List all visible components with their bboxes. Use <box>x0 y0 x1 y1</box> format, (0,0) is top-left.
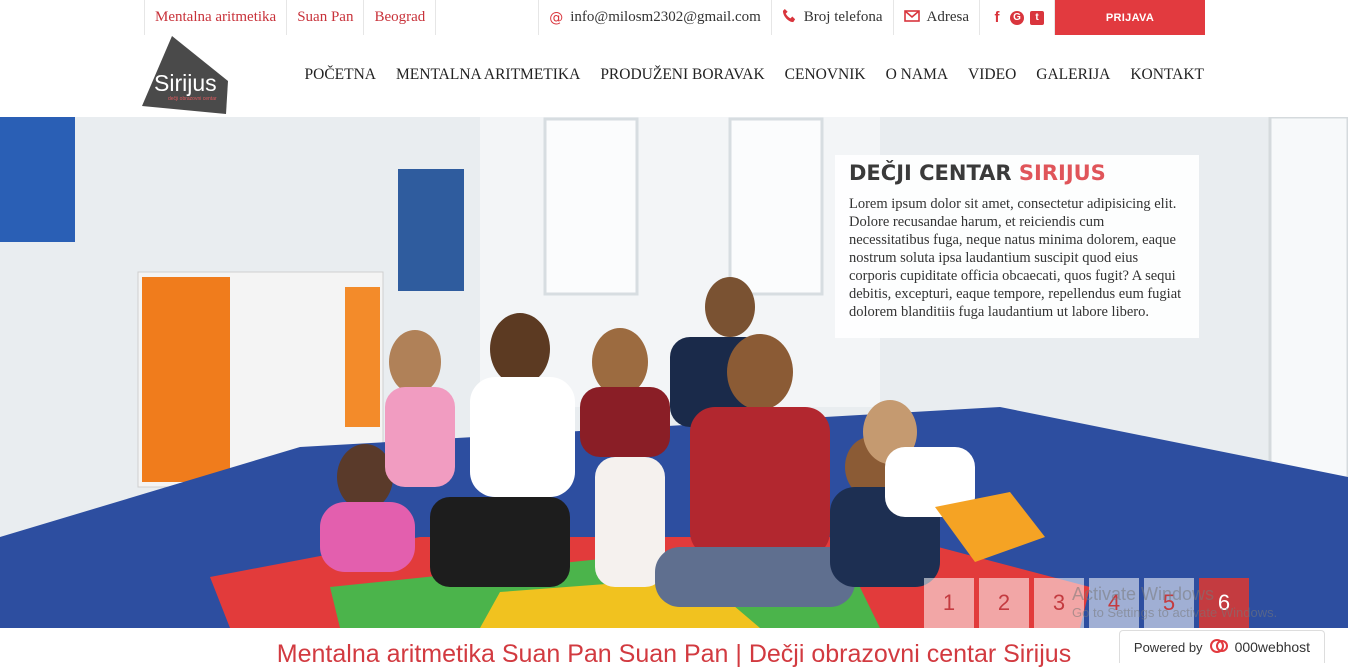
phone-link[interactable]: Broj telefona <box>772 0 894 35</box>
hero-description: Lorem ipsum dolor sit amet, consectetur … <box>849 196 1182 320</box>
slide-button-1[interactable]: 1 <box>924 578 974 628</box>
topbar-link-mentalna[interactable]: Mentalna aritmetika <box>144 0 288 35</box>
top-bar: Mentalna aritmetika Suan Pan Beograd @ i… <box>144 0 1205 35</box>
nav-item-cenovnik[interactable]: CENOVNIK <box>785 66 866 84</box>
nav-item-kontakt[interactable]: KONTAKT <box>1130 66 1204 84</box>
hero-title: DEČJI CENTAR SIRIJUS <box>849 161 1185 185</box>
powered-by-badge[interactable]: Powered by 000webhost <box>1119 630 1325 663</box>
hero-title-main: DEČJI CENTAR <box>849 161 1012 185</box>
login-button[interactable]: PRIJAVA <box>1055 0 1205 35</box>
hero-title-accent: SIRIJUS <box>1018 161 1106 185</box>
twitter-icon[interactable]: t <box>1030 10 1044 25</box>
phone-icon <box>782 8 797 27</box>
nav-item-galerija[interactable]: GALERIJA <box>1036 66 1110 84</box>
address-text: Adresa <box>926 9 969 25</box>
slider-pagination: 1 2 3 4 5 6 <box>924 578 1249 628</box>
hero-slider: DEČJI CENTAR SIRIJUS Lorem ipsum dolor s… <box>0 117 1348 628</box>
address-link[interactable]: Adresa <box>894 0 980 35</box>
slide-button-4[interactable]: 4 <box>1089 578 1139 628</box>
webhost-logo-icon <box>1209 638 1229 657</box>
email-link[interactable]: @ info@milosm2302@gmail.com <box>539 0 772 35</box>
slide-button-2[interactable]: 2 <box>979 578 1029 628</box>
social-links: f G t <box>980 0 1055 35</box>
envelope-icon <box>903 9 920 26</box>
facebook-icon[interactable]: f <box>990 9 1004 26</box>
slide-button-5[interactable]: 5 <box>1144 578 1194 628</box>
email-text: info@milosm2302@gmail.com <box>570 9 761 25</box>
topbar-spacer <box>436 0 540 35</box>
nav-item-produzeni-boravak[interactable]: PRODUŽENI BORAVAK <box>600 66 764 84</box>
nav-item-pocetna[interactable]: POČETNA <box>305 66 376 84</box>
nav-item-mentalna-aritmetika[interactable]: MENTALNA ARITMETIKA <box>396 66 580 84</box>
powered-label: Powered by <box>1133 639 1203 655</box>
nav-item-o-nama[interactable]: O NAMA <box>886 66 948 84</box>
powered-brand: 000webhost <box>1234 639 1311 655</box>
logo-text: Sirijus <box>154 70 217 96</box>
slide-button-3[interactable]: 3 <box>1034 578 1084 628</box>
at-icon: @ <box>549 9 564 26</box>
logo-tagline: dečji obrazovni centar <box>168 96 217 102</box>
topbar-link-suanpan[interactable]: Suan Pan <box>287 0 365 35</box>
site-logo[interactable]: Sirijus dečji obrazovni centar <box>140 36 230 116</box>
nav-item-video[interactable]: VIDEO <box>968 66 1016 84</box>
phone-text: Broj telefona <box>803 9 883 25</box>
slide-button-6[interactable]: 6 <box>1199 578 1249 628</box>
main-nav: POČETNA MENTALNA ARITMETIKA PRODUŽENI BO… <box>305 66 1204 84</box>
hero-info-box: DEČJI CENTAR SIRIJUS Lorem ipsum dolor s… <box>835 155 1199 338</box>
topbar-link-beograd[interactable]: Beograd <box>364 0 437 35</box>
google-plus-icon[interactable]: G <box>1010 10 1024 25</box>
